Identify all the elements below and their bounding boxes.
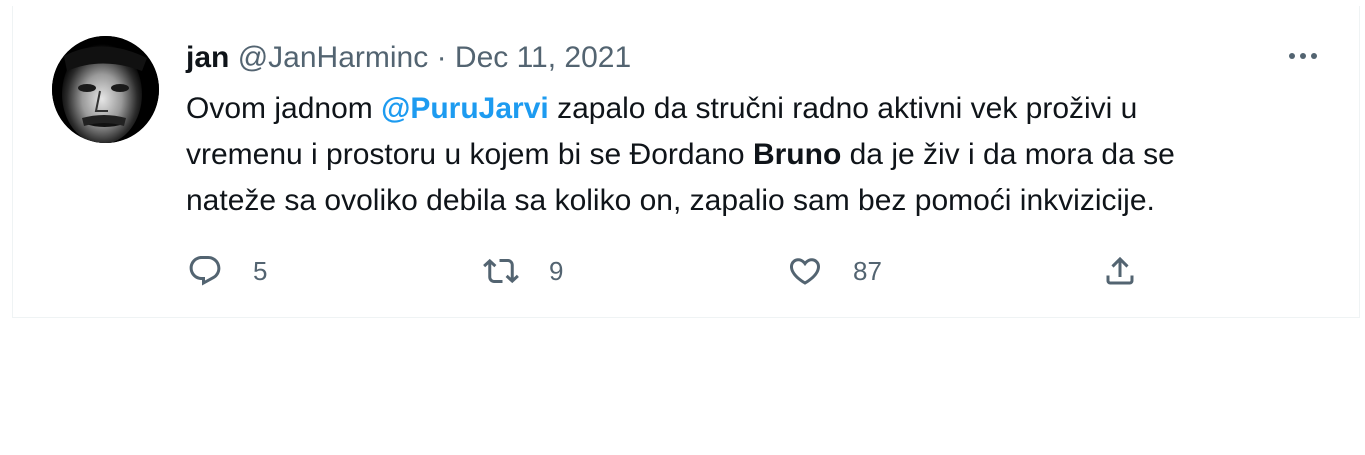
heart-icon — [789, 258, 821, 285]
tweet-date[interactable]: Dec 11, 2021 — [455, 41, 631, 74]
retweet-button[interactable]: 9 — [483, 251, 563, 291]
avatar-image — [52, 36, 159, 143]
text-segment: da je živ i da mora da se — [841, 138, 1175, 171]
mention-link[interactable]: @PuruJarvi — [381, 92, 549, 125]
like-count: 87 — [853, 255, 882, 286]
bold-text: Bruno — [752, 138, 842, 171]
share-icon — [1106, 256, 1134, 285]
text-segment: vremenu i prostoru u kojem bi se Đordano — [186, 138, 753, 171]
avatar[interactable] — [52, 36, 159, 143]
retweet-icon — [483, 258, 519, 284]
reply-count: 5 — [253, 255, 268, 286]
author-name[interactable]: jan — [186, 41, 229, 74]
reply-icon — [189, 256, 221, 286]
retweet-count: 9 — [549, 255, 564, 286]
reply-button[interactable]: 5 — [187, 251, 267, 291]
text-segment: zapalo da stručni radno aktivni vek prož… — [548, 92, 1138, 125]
tweet-card[interactable]: jan @JanHarminc · Dec 11, 2021 Ovom jadn… — [12, 6, 1360, 318]
tweet-header: jan @JanHarminc · Dec 11, 2021 — [186, 40, 631, 76]
author-handle[interactable]: @JanHarminc — [238, 41, 429, 74]
text-segment: Ovom jadnom — [186, 92, 382, 125]
share-button[interactable] — [1102, 251, 1138, 291]
like-button[interactable]: 87 — [787, 251, 882, 291]
tweet-text: Ovom jadnom @PuruJarvi zapalo da stručni… — [186, 86, 1316, 224]
text-segment: nateže sa ovoliko debila sa koliko on, z… — [186, 184, 1155, 217]
header-separator: · — [436, 41, 447, 74]
more-options-icon[interactable] — [1281, 42, 1325, 70]
